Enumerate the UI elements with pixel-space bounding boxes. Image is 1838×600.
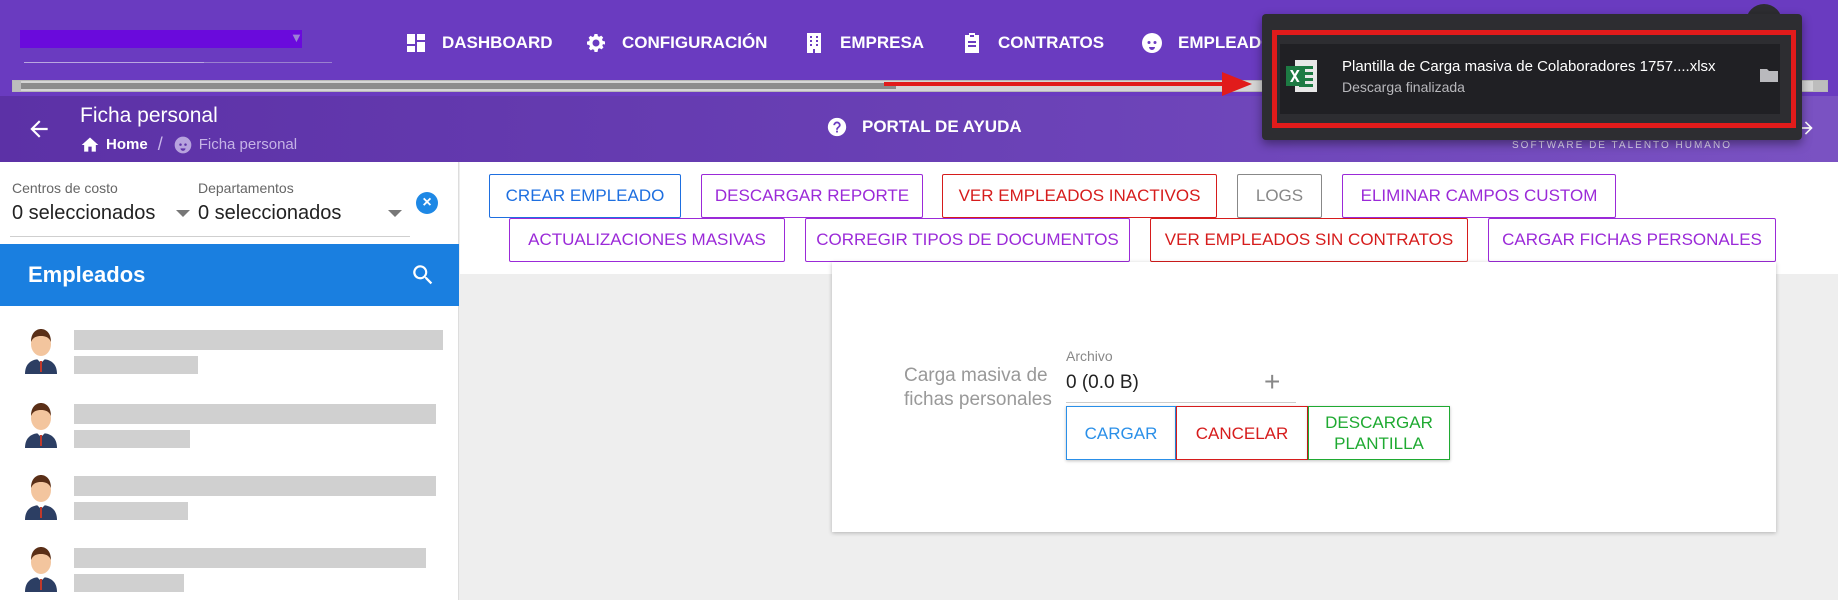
- company-logo[interactable]: [20, 30, 302, 60]
- help-icon: [827, 117, 847, 137]
- logo-divider-highlight: [24, 62, 204, 63]
- nav-empresa[interactable]: EMPRESA: [802, 28, 924, 58]
- departments-filter[interactable]: Departamentos 0 seleccionados: [198, 180, 408, 225]
- file-field-label: Archivo: [1066, 348, 1113, 364]
- page-title: Ficha personal: [80, 104, 218, 127]
- cargar-fichas-personales-button[interactable]: CARGAR FICHAS PERSONALES: [1488, 218, 1776, 262]
- breadcrumb-current: Ficha personal: [198, 136, 298, 153]
- cost-centers-label: Centros de costo: [12, 180, 118, 196]
- employees-title: Empleados: [28, 262, 146, 287]
- clear-filters-icon[interactable]: ×: [416, 192, 438, 214]
- face-icon: [1142, 33, 1162, 53]
- help-portal-link[interactable]: PORTAL DE AYUDA: [826, 116, 1022, 138]
- nav-configuracion-label: CONFIGURACIÓN: [622, 33, 768, 52]
- scroll-left-arrow[interactable]: [13, 81, 21, 91]
- employee-list-item[interactable]: [18, 542, 443, 600]
- eliminar-campos-custom-button[interactable]: ELIMINAR CAMPOS CUSTOM: [1342, 174, 1616, 218]
- employee-sidebar: Centros de costo 0 seleccionados Departa…: [0, 162, 459, 600]
- avatar: [25, 329, 57, 374]
- departments-label: Departamentos: [198, 180, 294, 196]
- logo-redacted: [20, 30, 302, 48]
- cancelar-button[interactable]: CANCELAR: [1176, 406, 1308, 460]
- annotation-highlight-box: [1272, 30, 1796, 128]
- search-icon[interactable]: [410, 262, 436, 288]
- annotation-arrow-line: [884, 82, 1224, 86]
- employees-header: Empleados: [0, 244, 459, 306]
- descargar-reporte-button[interactable]: DESCARGAR REPORTE: [701, 174, 923, 218]
- cost-centers-filter[interactable]: Centros de costo 0 seleccionados: [12, 180, 192, 225]
- employee-role-placeholder: [74, 502, 188, 520]
- home-icon: [81, 137, 99, 152]
- employee-list-item[interactable]: [18, 324, 443, 384]
- brand-tagline: SOFTWARE DE TALENTO HUMANO: [1512, 140, 1732, 151]
- employee-name-placeholder: [74, 548, 426, 568]
- employee-name-placeholder: [74, 330, 443, 350]
- nav-dashboard[interactable]: DASHBOARD: [404, 28, 553, 58]
- breadcrumb: Home / Ficha personal: [80, 134, 297, 155]
- departments-value[interactable]: 0 seleccionados: [198, 202, 408, 225]
- crear-empleado-button[interactable]: CREAR EMPLEADO: [489, 174, 681, 218]
- nav-configuracion[interactable]: CONFIGURACIÓN: [584, 28, 767, 58]
- file-field-value[interactable]: 0 (0.0 B): [1066, 372, 1139, 394]
- upload-description: Carga masiva de fichas personales: [904, 365, 1052, 410]
- chevron-down-icon[interactable]: [176, 210, 190, 217]
- corregir-tipos-documentos-button[interactable]: CORREGIR TIPOS DE DOCUMENTOS: [805, 218, 1130, 262]
- help-portal-label: PORTAL DE AYUDA: [862, 117, 1022, 136]
- employee-role-placeholder: [74, 574, 184, 592]
- scroll-right-arrow[interactable]: [1813, 81, 1827, 91]
- gear-icon: [587, 34, 605, 52]
- ver-empleados-sin-contratos-button[interactable]: VER EMPLEADOS SIN CONTRATOS: [1150, 218, 1468, 262]
- avatar: [25, 547, 57, 592]
- employee-name-placeholder: [74, 404, 436, 424]
- employee-name-placeholder: [74, 476, 436, 496]
- back-arrow-icon[interactable]: [26, 116, 52, 142]
- add-file-icon[interactable]: +: [1264, 366, 1280, 398]
- annotation-arrow-head: [1222, 72, 1252, 96]
- avatar: [25, 475, 57, 520]
- upload-card: Carga masiva de fichas personales Archiv…: [832, 262, 1776, 532]
- nav-contratos-label: CONTRATOS: [998, 33, 1105, 52]
- filters-divider: [10, 236, 410, 237]
- actions-toolbar: CREAR EMPLEADO DESCARGAR REPORTE VER EMP…: [460, 162, 1838, 274]
- face-icon: [174, 136, 192, 153]
- building-icon: [807, 33, 821, 53]
- employee-list-item[interactable]: [18, 398, 443, 458]
- nav-empresa-label: EMPRESA: [840, 33, 925, 52]
- logs-button[interactable]: LOGS: [1237, 174, 1322, 218]
- breadcrumb-home[interactable]: Home: [106, 136, 148, 153]
- dashboard-icon: [407, 34, 425, 52]
- nav-contratos[interactable]: CONTRATOS: [960, 28, 1104, 58]
- cargar-button[interactable]: CARGAR: [1066, 406, 1176, 460]
- avatar: [25, 403, 57, 448]
- nav-dashboard-label: DASHBOARD: [442, 33, 553, 52]
- actualizaciones-masivas-button[interactable]: ACTUALIZACIONES MASIVAS: [509, 218, 785, 262]
- employee-role-placeholder: [74, 430, 190, 448]
- employee-list-item[interactable]: [18, 470, 443, 530]
- breadcrumb-separator: /: [157, 134, 163, 154]
- employee-role-placeholder: [74, 356, 198, 374]
- file-field-underline: [1066, 402, 1296, 403]
- scrollbar-thumb[interactable]: [21, 83, 896, 89]
- company-dropdown-icon[interactable]: ▼: [290, 30, 303, 45]
- chevron-down-icon[interactable]: [388, 210, 402, 217]
- descargar-plantilla-button[interactable]: DESCARGAR PLANTILLA: [1308, 406, 1450, 460]
- ver-empleados-inactivos-button[interactable]: VER EMPLEADOS INACTIVOS: [942, 174, 1217, 218]
- clipboard-icon: [965, 33, 979, 53]
- cost-centers-value[interactable]: 0 seleccionados: [12, 202, 192, 225]
